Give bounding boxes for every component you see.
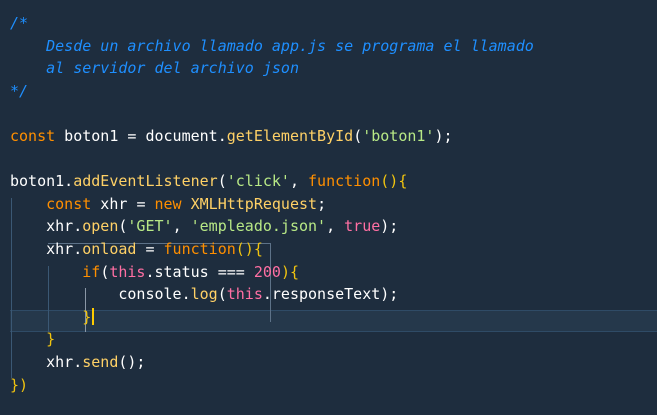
code-token: /* xyxy=(10,14,29,32)
code-token: Desde un archivo llamado app.js se progr… xyxy=(10,36,534,55)
code-token: 'GET' xyxy=(127,217,173,236)
code-token: const xyxy=(46,194,92,213)
code-line[interactable]: xhr.open('GET', 'empleado.json', true); xyxy=(10,215,398,237)
code-line[interactable]: al servidor del archivo json xyxy=(10,57,299,79)
code-token: ( xyxy=(353,127,363,145)
code-token: ){ xyxy=(280,262,299,281)
code-token: true xyxy=(344,217,381,236)
code-token: ); xyxy=(380,217,399,236)
code-token: = xyxy=(136,240,164,258)
code-token: ( xyxy=(100,262,110,281)
code-line[interactable]: const boton1 = document.getElementById('… xyxy=(10,125,453,147)
code-token: ); xyxy=(434,127,453,145)
code-token: */ xyxy=(10,81,29,100)
code-token: onload xyxy=(82,240,137,258)
code-token: send xyxy=(82,353,119,371)
code-token: 200 xyxy=(244,262,281,281)
code-token: , xyxy=(289,172,309,191)
code-token: console. xyxy=(10,285,191,304)
code-token: al servidor del archivo json xyxy=(10,59,299,78)
code-token: open xyxy=(82,217,119,236)
code-token: === xyxy=(217,262,245,281)
code-token: addEventListener xyxy=(73,172,218,191)
code-token: (){ xyxy=(380,172,408,191)
code-token: 'click' xyxy=(226,172,290,191)
code-token: xhr xyxy=(91,194,137,213)
code-line[interactable]: } xyxy=(10,306,95,328)
code-token: 'boton1' xyxy=(362,127,435,145)
code-token: XMLHttpRequest xyxy=(181,194,318,213)
code-token: (){ xyxy=(235,240,263,258)
code-token: xhr. xyxy=(10,353,83,371)
code-line[interactable]: const xhr = new XMLHttpRequest; xyxy=(10,193,326,215)
code-token: 'empleado.json' xyxy=(190,217,327,236)
code-token: const xyxy=(10,127,56,145)
code-token: }) xyxy=(10,375,29,394)
code-token: .responseText xyxy=(262,285,381,304)
code-line[interactable]: xhr.onload = function(){ xyxy=(10,238,263,260)
code-token: .status xyxy=(145,262,218,281)
code-line[interactable]: /* xyxy=(10,12,28,34)
code-editor[interactable]: /* Desde un archivo llamado app.js se pr… xyxy=(0,0,657,415)
code-line[interactable]: console.log(this.responseText); xyxy=(10,283,398,305)
code-token: (); xyxy=(118,353,146,371)
code-token: document. xyxy=(136,127,227,145)
code-token: boton1. xyxy=(10,172,74,191)
text-cursor xyxy=(92,307,95,325)
code-token: , xyxy=(326,217,345,236)
code-token: ( xyxy=(217,172,227,191)
code-token: if xyxy=(82,262,101,281)
code-token: ); xyxy=(380,285,399,304)
code-token: function xyxy=(308,172,381,191)
code-line[interactable]: Desde un archivo llamado app.js se progr… xyxy=(10,35,534,57)
code-line[interactable]: xhr.send(); xyxy=(10,351,145,373)
current-line-highlight xyxy=(10,310,657,332)
code-line[interactable]: }) xyxy=(10,374,28,396)
code-line[interactable]: } xyxy=(10,328,55,350)
code-token: } xyxy=(82,307,92,326)
code-token: new xyxy=(145,194,182,213)
code-token: function xyxy=(163,240,236,258)
code-token: log xyxy=(190,285,218,304)
code-token: xhr. xyxy=(10,217,83,236)
code-token: this xyxy=(109,262,146,281)
code-token: , xyxy=(172,217,191,236)
code-line[interactable]: */ xyxy=(10,80,28,102)
code-token: ( xyxy=(217,285,227,304)
code-token: this xyxy=(226,285,263,304)
code-token: xhr. xyxy=(10,240,83,258)
code-token: ; xyxy=(317,194,327,213)
code-line[interactable]: boton1.addEventListener('click', functio… xyxy=(10,170,407,192)
code-line[interactable]: if(this.status === 200){ xyxy=(10,261,299,283)
code-token: } xyxy=(46,330,56,349)
code-token: boton1 xyxy=(55,127,128,145)
code-token: getElementById xyxy=(226,127,354,145)
